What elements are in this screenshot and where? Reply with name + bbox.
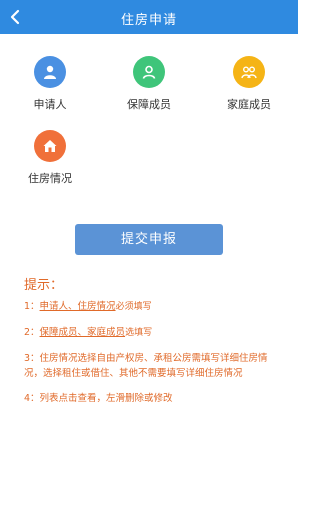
menu-item-label: 家庭成员: [227, 98, 271, 111]
menu-grid: 申请人 保障成员 家庭成员 住房情况: [0, 52, 298, 192]
tip-text: 住房情况选择自由产权房、承租公房需填写详细住房情况，选择租住或借住、其他不需要填…: [24, 353, 268, 379]
tip-suffix: 必须填写: [115, 302, 152, 312]
tip-suffix: 选填写: [125, 328, 153, 338]
tip-number: 4：: [24, 393, 40, 404]
menu-item-label: 申请人: [33, 98, 67, 111]
tip-link-members[interactable]: 保障成员、家庭成员: [40, 327, 126, 338]
member-icon: [133, 56, 165, 88]
tip-text: 列表点击查看，左滑删除或修改: [39, 393, 173, 404]
tip-item: 4：列表点击查看，左滑删除或修改: [24, 391, 284, 406]
tips-section: 提示： 1：申请人、住房情况必须填写 2：保障成员、家庭成员选填写 3：住房情况…: [24, 274, 284, 416]
menu-item-label: 保障成员: [127, 98, 171, 111]
house-icon: [34, 130, 66, 162]
tip-link-applicant-housing[interactable]: 申请人、住房情况: [40, 301, 116, 312]
top-nav-bar: 住房申请: [0, 0, 298, 34]
tip-item: 3：住房情况选择自由产权房、承租公房需填写详细住房情况，选择租住或借住、其他不需…: [24, 351, 284, 381]
submit-button[interactable]: 提交申报: [75, 224, 223, 255]
tip-item: 1：申请人、住房情况必须填写: [24, 299, 284, 315]
menu-item-housing[interactable]: 住房情况: [10, 130, 90, 190]
tip-number: 3：: [24, 353, 40, 364]
family-icon: [233, 56, 265, 88]
menu-item-label: 住房情况: [28, 172, 72, 185]
tips-title: 提示：: [24, 278, 64, 293]
menu-item-guarantee-members[interactable]: 保障成员: [109, 56, 189, 116]
tip-number: 2：: [24, 327, 40, 338]
tip-number: 1：: [24, 301, 40, 312]
tip-item: 2：保障成员、家庭成员选填写: [24, 325, 284, 341]
menu-item-applicant[interactable]: 申请人: [10, 56, 90, 116]
menu-item-family-members[interactable]: 家庭成员: [209, 56, 289, 116]
page-title: 住房申请: [120, 13, 177, 28]
person-icon: [34, 56, 66, 88]
